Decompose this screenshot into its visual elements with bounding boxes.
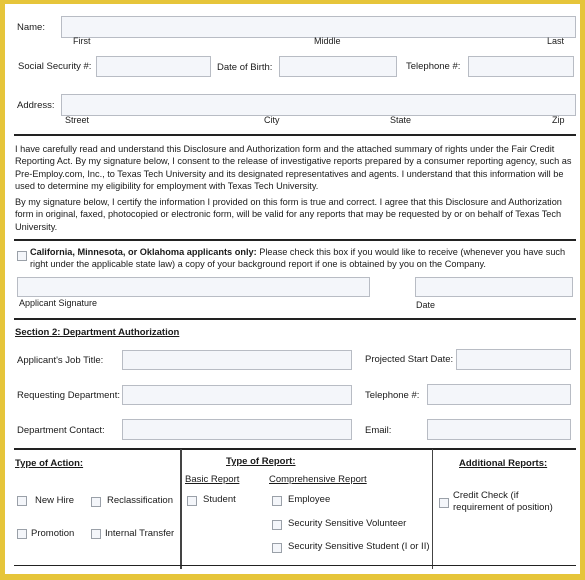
reclassification-label: Reclassification <box>107 495 173 506</box>
email-field[interactable] <box>427 419 571 440</box>
requesting-department-label: Requesting Department: <box>17 390 120 401</box>
requesting-department-field[interactable] <box>122 385 352 405</box>
ssn-field[interactable] <box>96 56 211 77</box>
address-label: Address: <box>17 100 55 111</box>
name-middle-sublabel: Middle <box>314 36 341 46</box>
divider <box>14 134 576 136</box>
name-first-sublabel: First <box>73 36 91 46</box>
comprehensive-report-title: Comprehensive Report <box>269 474 367 485</box>
column-divider <box>432 449 433 569</box>
student-label: Student <box>203 494 236 505</box>
new-hire-checkbox[interactable] <box>17 496 27 506</box>
phone-field[interactable] <box>468 56 574 77</box>
disclosure-paragraph-1: I have carefully read and understand thi… <box>15 144 572 191</box>
internal-transfer-label: Internal Transfer <box>105 528 175 539</box>
divider <box>14 448 576 450</box>
signature-date-field[interactable] <box>415 277 573 297</box>
job-title-label: Applicant's Job Title: <box>17 355 104 366</box>
credit-check-label-line2: requirement of position) <box>453 502 553 514</box>
dept-phone-field[interactable] <box>427 384 571 405</box>
name-field[interactable] <box>61 16 576 38</box>
state-notice-text: California, Minnesota, or Oklahoma appli… <box>30 246 575 271</box>
promotion-checkbox[interactable] <box>17 529 27 539</box>
credit-check-checkbox[interactable] <box>439 498 449 508</box>
job-title-field[interactable] <box>122 350 352 370</box>
type-of-report-title: Type of Report: <box>226 456 296 467</box>
dob-field[interactable] <box>279 56 397 77</box>
student-checkbox[interactable] <box>187 496 197 506</box>
divider <box>14 318 576 320</box>
background-check-form: Name: First Middle Last Social Security … <box>5 4 580 574</box>
column-divider <box>180 449 182 569</box>
internal-transfer-checkbox[interactable] <box>91 529 101 539</box>
start-date-field[interactable] <box>456 349 571 370</box>
address-state-sublabel: State <box>390 115 412 125</box>
address-street-sublabel: Street <box>65 115 90 125</box>
department-contact-field[interactable] <box>122 419 352 440</box>
phone-label: Telephone #: <box>406 61 461 72</box>
divider <box>14 239 576 241</box>
applicant-signature-field[interactable] <box>17 277 370 297</box>
state-notice-bold: California, Minnesota, or Oklahoma appli… <box>30 247 257 257</box>
signature-date-label: Date <box>416 300 436 310</box>
employee-label: Employee <box>288 494 331 505</box>
applicant-signature-label: Applicant Signature <box>19 298 98 308</box>
new-hire-label: New Hire <box>35 495 75 506</box>
credit-check-label-line1: Credit Check (if <box>453 490 519 501</box>
start-date-label: Projected Start Date: <box>365 354 454 365</box>
divider <box>14 565 576 566</box>
credit-check-label: Credit Check (if requirement of position… <box>453 490 573 515</box>
security-sensitive-student-checkbox[interactable] <box>272 543 282 553</box>
basic-report-title: Basic Report <box>185 474 240 485</box>
section2-title: Section 2: Department Authorization <box>15 327 180 338</box>
employee-checkbox[interactable] <box>272 496 282 506</box>
dob-label: Date of Birth: <box>217 62 273 73</box>
name-label: Name: <box>17 22 45 33</box>
address-field[interactable] <box>61 94 576 116</box>
email-label: Email: <box>365 425 392 436</box>
additional-reports-title: Additional Reports: <box>459 458 548 469</box>
dept-phone-label: Telephone #: <box>365 390 420 401</box>
security-sensitive-volunteer-checkbox[interactable] <box>272 520 282 530</box>
address-city-sublabel: City <box>264 115 280 125</box>
department-contact-label: Department Contact: <box>17 425 105 436</box>
address-zip-sublabel: Zip <box>552 115 565 125</box>
reclassification-checkbox[interactable] <box>91 497 101 507</box>
security-sensitive-volunteer-label: Security Sensitive Volunteer <box>288 518 407 529</box>
disclosure-paragraph-2: By my signature below, I certify the inf… <box>15 197 562 232</box>
type-of-action-title: Type of Action: <box>15 458 84 469</box>
name-last-sublabel: Last <box>547 36 565 46</box>
promotion-label: Promotion <box>31 528 75 539</box>
security-sensitive-student-label: Security Sensitive Student (I or II) <box>288 541 430 552</box>
ssn-label: Social Security #: <box>18 61 92 72</box>
state-copy-checkbox[interactable] <box>17 251 27 261</box>
